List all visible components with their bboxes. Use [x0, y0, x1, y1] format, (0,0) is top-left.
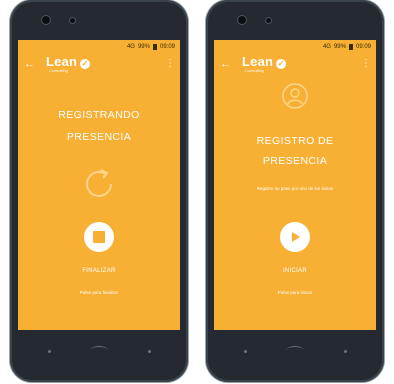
nav-back-button[interactable]: [244, 350, 247, 353]
nav-recent-button[interactable]: [148, 350, 151, 353]
battery-icon: [152, 43, 157, 50]
hint-text: Pulse para finalizar: [79, 290, 119, 295]
nav-bar: [10, 336, 188, 364]
nav-home-button[interactable]: [90, 346, 108, 355]
logo-subtext: Consulting: [49, 68, 68, 73]
stop-button[interactable]: [84, 222, 114, 252]
status-bar: 4G 99% 09:09: [18, 40, 180, 53]
back-arrow-icon[interactable]: ←: [220, 59, 231, 70]
title-line-1: REGISTRO DE: [256, 135, 334, 147]
title-line-2: PRESENCIA: [262, 155, 328, 167]
screen-registro: 4G 99% 09:09 ← Lean Consulting ✓ ⋮ REGIS…: [214, 40, 376, 330]
status-bar: 4G 99% 09:09: [214, 40, 376, 53]
phone-right: 4G 99% 09:09 ← Lean Consulting ✓ ⋮ REGIS…: [206, 0, 384, 382]
app-logo: Lean Consulting ✓: [46, 54, 90, 73]
sensor-dot: [70, 18, 75, 23]
check-circle-icon: ✓: [276, 59, 286, 69]
battery-icon: [348, 43, 353, 50]
app-logo: Lean Consulting ✓: [242, 54, 286, 73]
play-button[interactable]: [280, 222, 310, 252]
signal-label: 4G: [126, 43, 135, 50]
title-line-2: PRESENCIA: [66, 131, 132, 143]
user-badge-icon: [282, 83, 308, 109]
signal-label: 4G: [322, 43, 331, 50]
nav-bar: [206, 336, 384, 364]
clock: 09:09: [355, 43, 371, 50]
battery-label: 99%: [333, 43, 346, 50]
finalizar-label: FINALIZAR: [82, 268, 116, 274]
stop-icon: [93, 231, 105, 243]
nav-back-button[interactable]: [48, 350, 51, 353]
nav-recent-button[interactable]: [344, 350, 347, 353]
hint-text: Pulse para iniciar: [277, 290, 313, 295]
logo-text: Lean: [46, 54, 78, 69]
camera-dot: [238, 16, 246, 24]
more-vert-icon[interactable]: ⋮: [165, 59, 175, 69]
play-icon: [292, 232, 300, 242]
refresh-icon: [86, 169, 112, 197]
check-circle-icon: ✓: [80, 59, 90, 69]
iniciar-label: INICIAR: [282, 268, 308, 274]
logo-text: Lean: [242, 54, 274, 69]
description-text: Registre su paso por uno de los éxitos: [256, 186, 334, 191]
more-vert-icon[interactable]: ⋮: [361, 59, 371, 69]
battery-label: 99%: [137, 43, 150, 50]
camera-dot: [42, 16, 50, 24]
title-line-1: REGISTRANDO: [58, 109, 140, 121]
nav-home-button[interactable]: [286, 346, 304, 355]
app-bar: ← Lean Consulting ✓ ⋮: [18, 53, 180, 79]
app-bar: ← Lean Consulting ✓ ⋮: [214, 53, 376, 79]
clock: 09:09: [159, 43, 175, 50]
back-arrow-icon[interactable]: ←: [24, 59, 35, 70]
sensor-dot: [266, 18, 271, 23]
phone-left: 4G 99% 09:09 ← Lean Consulting ✓ ⋮ REGIS…: [10, 0, 188, 382]
logo-subtext: Consulting: [245, 68, 264, 73]
screen-registrando: 4G 99% 09:09 ← Lean Consulting ✓ ⋮ REGIS…: [18, 40, 180, 330]
